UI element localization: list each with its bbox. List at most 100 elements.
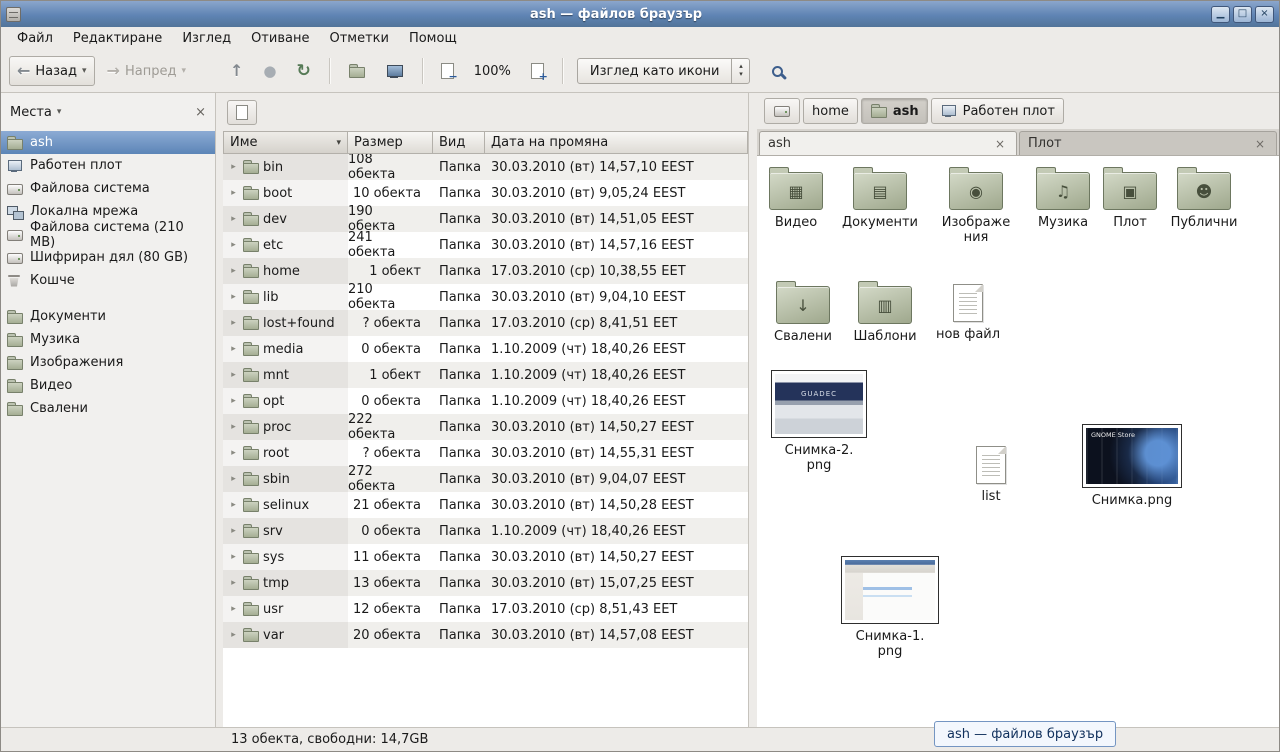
file-icon-item[interactable]: Снимка-1.png <box>837 556 943 660</box>
expander-icon[interactable]: ▸ <box>228 552 239 562</box>
file-icon-item[interactable]: Документи <box>837 164 923 231</box>
file-icon-item[interactable]: нов файл <box>929 278 1007 343</box>
table-row[interactable]: ▸ var 20 обекта Папка 30.03.2010 (вт) 14… <box>223 622 748 648</box>
expander-icon[interactable]: ▸ <box>228 318 239 328</box>
file-icon-item[interactable]: Свалени <box>765 278 841 345</box>
table-row[interactable]: ▸ sys 11 обекта Папка 30.03.2010 (вт) 14… <box>223 544 748 570</box>
sidebar-item[interactable]: ash <box>1 131 215 154</box>
table-row[interactable]: ▸ etc 241 обекта Папка 30.03.2010 (вт) 1… <box>223 232 748 258</box>
file-icon-item[interactable]: Видео <box>759 164 833 231</box>
menu-item[interactable]: Файл <box>7 29 63 48</box>
table-row[interactable]: ▸ mnt 1 обект Папка 1.10.2009 (чт) 18,40… <box>223 362 748 388</box>
table-row[interactable]: ▸ root ? обекта Папка 30.03.2010 (вт) 14… <box>223 440 748 466</box>
file-icon-item[interactable]: GUADEC Снимка-2.png <box>769 370 869 474</box>
column-header[interactable]: Дата на промяна ▾ <box>485 131 748 154</box>
expander-icon[interactable]: ▸ <box>228 214 239 224</box>
computer-button[interactable] <box>378 56 412 86</box>
forward-button[interactable]: → Напред ▾ <box>99 56 194 86</box>
sidebar-item[interactable]: Кошче <box>1 269 215 292</box>
tab-close-icon[interactable]: × <box>992 137 1008 151</box>
sidebar-close-icon[interactable]: × <box>195 105 206 120</box>
table-row[interactable]: ▸ usr 12 обекта Папка 17.03.2010 (ср) 8,… <box>223 596 748 622</box>
table-row[interactable]: ▸ home 1 обект Папка 17.03.2010 (ср) 10,… <box>223 258 748 284</box>
menu-item[interactable]: Отметки <box>319 29 398 48</box>
expander-icon[interactable]: ▸ <box>228 370 239 380</box>
maximize-button[interactable]: □ <box>1233 6 1252 23</box>
sidebar-item[interactable]: Файлова система (210 MB) <box>1 223 215 246</box>
sidebar-item[interactable]: Изображения <box>1 351 215 374</box>
zoom-in-button[interactable]: + <box>523 56 552 86</box>
up-button[interactable]: ↑ <box>222 56 251 86</box>
expander-icon[interactable]: ▸ <box>228 422 239 432</box>
minimize-button[interactable]: ▁ <box>1211 6 1230 23</box>
breadcrumb-button[interactable] <box>764 98 800 124</box>
expander-icon[interactable]: ▸ <box>228 292 239 302</box>
places-selector[interactable]: Места <box>10 105 52 120</box>
sidebar-splitter[interactable] <box>216 93 223 727</box>
dropdown-spin-icon[interactable]: ▴ ▾ <box>731 59 749 83</box>
expander-icon[interactable]: ▸ <box>228 344 239 354</box>
table-row[interactable]: ▸ proc 222 обекта Папка 30.03.2010 (вт) … <box>223 414 748 440</box>
table-row[interactable]: ▸ media 0 обекта Папка 1.10.2009 (чт) 18… <box>223 336 748 362</box>
table-row[interactable]: ▸ boot 10 обекта Папка 30.03.2010 (вт) 9… <box>223 180 748 206</box>
menu-item[interactable]: Отиване <box>241 29 319 48</box>
column-header[interactable]: Име ▾ <box>223 131 348 154</box>
file-icon-item[interactable]: list <box>963 440 1019 505</box>
zoom-out-button[interactable]: − <box>433 56 462 86</box>
menu-item[interactable]: Помощ <box>399 29 467 48</box>
table-row[interactable]: ▸ opt 0 обекта Папка 1.10.2009 (чт) 18,4… <box>223 388 748 414</box>
search-button[interactable] <box>760 56 794 86</box>
menu-item[interactable]: Изглед <box>172 29 241 48</box>
expander-icon[interactable]: ▸ <box>228 240 239 250</box>
expander-icon[interactable]: ▸ <box>228 448 239 458</box>
view-mode-dropdown[interactable]: Изглед като икони ▴ ▾ <box>577 58 751 84</box>
sidebar-item[interactable]: Файлова система <box>1 177 215 200</box>
file-icon-item[interactable]: Изображения <box>933 164 1019 246</box>
table-row[interactable]: ▸ bin 108 обекта Папка 30.03.2010 (вт) 1… <box>223 154 748 180</box>
sidebar-item[interactable]: Работен плот <box>1 154 215 177</box>
table-row[interactable]: ▸ selinux 21 обекта Папка 30.03.2010 (вт… <box>223 492 748 518</box>
column-header[interactable]: Вид ▾ <box>433 131 485 154</box>
back-dropdown-icon[interactable]: ▾ <box>82 66 87 76</box>
sidebar-item[interactable]: Музика <box>1 328 215 351</box>
back-button[interactable]: ← Назад ▾ <box>9 56 95 86</box>
menu-item[interactable]: Редактиране <box>63 29 172 48</box>
pane-splitter[interactable] <box>749 93 757 727</box>
places-caret-icon[interactable]: ▾ <box>57 107 62 117</box>
file-icon-item[interactable]: Публични <box>1165 164 1243 231</box>
breadcrumb-button[interactable]: home <box>803 98 858 124</box>
home-button[interactable] <box>340 56 374 86</box>
table-row[interactable]: ▸ lost+found ? обекта Папка 17.03.2010 (… <box>223 310 748 336</box>
expander-icon[interactable]: ▸ <box>228 630 239 640</box>
file-icon-item[interactable]: Плот <box>1099 164 1161 231</box>
expander-icon[interactable]: ▸ <box>228 526 239 536</box>
table-row[interactable]: ▸ srv 0 обекта Папка 1.10.2009 (чт) 18,4… <box>223 518 748 544</box>
expander-icon[interactable]: ▸ <box>228 266 239 276</box>
column-header[interactable]: Размер ▾ <box>348 131 433 154</box>
expander-icon[interactable]: ▸ <box>228 188 239 198</box>
expander-icon[interactable]: ▸ <box>228 604 239 614</box>
file-icon-item[interactable]: Шаблони <box>845 278 925 345</box>
sidebar-item[interactable]: Документи <box>1 305 215 328</box>
table-row[interactable]: ▸ lib 210 обекта Папка 30.03.2010 (вт) 9… <box>223 284 748 310</box>
expander-icon[interactable]: ▸ <box>228 500 239 510</box>
tab-close-icon[interactable]: × <box>1252 137 1268 151</box>
expander-icon[interactable]: ▸ <box>228 474 239 484</box>
close-button[interactable]: × <box>1255 6 1274 23</box>
file-icon-item[interactable]: GNOME Store Снимка.png <box>1079 424 1185 509</box>
sidebar-item[interactable]: Видео <box>1 374 215 397</box>
tab[interactable]: ash × <box>759 131 1017 155</box>
table-row[interactable]: ▸ tmp 13 обекта Папка 30.03.2010 (вт) 15… <box>223 570 748 596</box>
expander-icon[interactable]: ▸ <box>228 162 239 172</box>
root-location-button[interactable] <box>227 100 257 125</box>
sidebar-item[interactable]: Шифриран дял (80 GB) <box>1 246 215 269</box>
stop-button[interactable]: ● <box>255 56 284 86</box>
reload-button[interactable]: ↻ <box>288 56 318 86</box>
titlebar[interactable]: ash — файлов браузър ▁ □ × <box>1 1 1279 27</box>
sidebar-item[interactable]: Свалени <box>1 397 215 420</box>
table-row[interactable]: ▸ sbin 272 обекта Папка 30.03.2010 (вт) … <box>223 466 748 492</box>
expander-icon[interactable]: ▸ <box>228 396 239 406</box>
tab[interactable]: Плот × <box>1019 131 1277 155</box>
file-icon-item[interactable]: Музика <box>1027 164 1099 231</box>
expander-icon[interactable]: ▸ <box>228 578 239 588</box>
